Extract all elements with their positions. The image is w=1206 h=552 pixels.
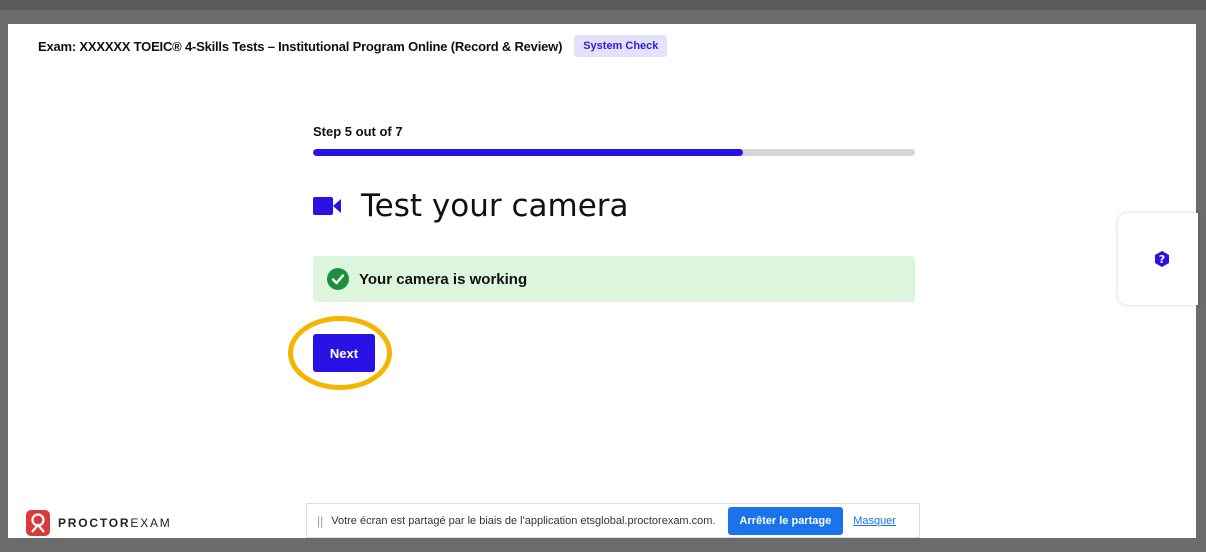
proctorexam-logo: PROCTOREXAM <box>26 510 172 536</box>
logo-text-bold: PROCTOR <box>58 516 131 530</box>
check-circle-icon <box>327 268 349 290</box>
help-button[interactable]: ? <box>1118 213 1198 305</box>
exam-header: Exam: XXXXXX TOEIC® 4-Skills Tests – Ins… <box>8 24 1196 68</box>
share-message: Votre écran est partagé par le biais de … <box>331 514 716 527</box>
exam-title: Exam: XXXXXX TOEIC® 4-Skills Tests – Ins… <box>38 38 563 54</box>
progress-fill <box>313 149 743 156</box>
question-icon: ? <box>1154 251 1170 267</box>
camera-status-alert: Your camera is working <box>313 256 915 302</box>
page-heading: Test your camera <box>313 188 629 224</box>
video-camera-icon <box>313 194 345 218</box>
svg-text:?: ? <box>1159 253 1165 266</box>
screen-share-bar: || Votre écran est partagé par le biais … <box>306 503 920 538</box>
logo-text-regular: EXAM <box>130 516 172 530</box>
app-window: Exam: XXXXXX TOEIC® 4-Skills Tests – Ins… <box>8 24 1196 538</box>
hide-link[interactable]: Masquer <box>853 515 896 527</box>
step-label: Step 5 out of 7 <box>313 124 403 139</box>
stop-sharing-button[interactable]: Arrêter le partage <box>727 506 844 535</box>
status-message: Your camera is working <box>359 270 528 288</box>
progress-bar <box>313 149 915 156</box>
proctorexam-logo-icon <box>26 510 50 536</box>
system-check-badge: System Check <box>574 35 668 57</box>
drag-handle-icon[interactable]: || <box>317 514 323 528</box>
page-title: Test your camera <box>361 188 629 224</box>
next-button[interactable]: Next <box>313 334 375 372</box>
logo-text: PROCTOREXAM <box>58 516 172 530</box>
screen-backdrop <box>0 0 1206 10</box>
